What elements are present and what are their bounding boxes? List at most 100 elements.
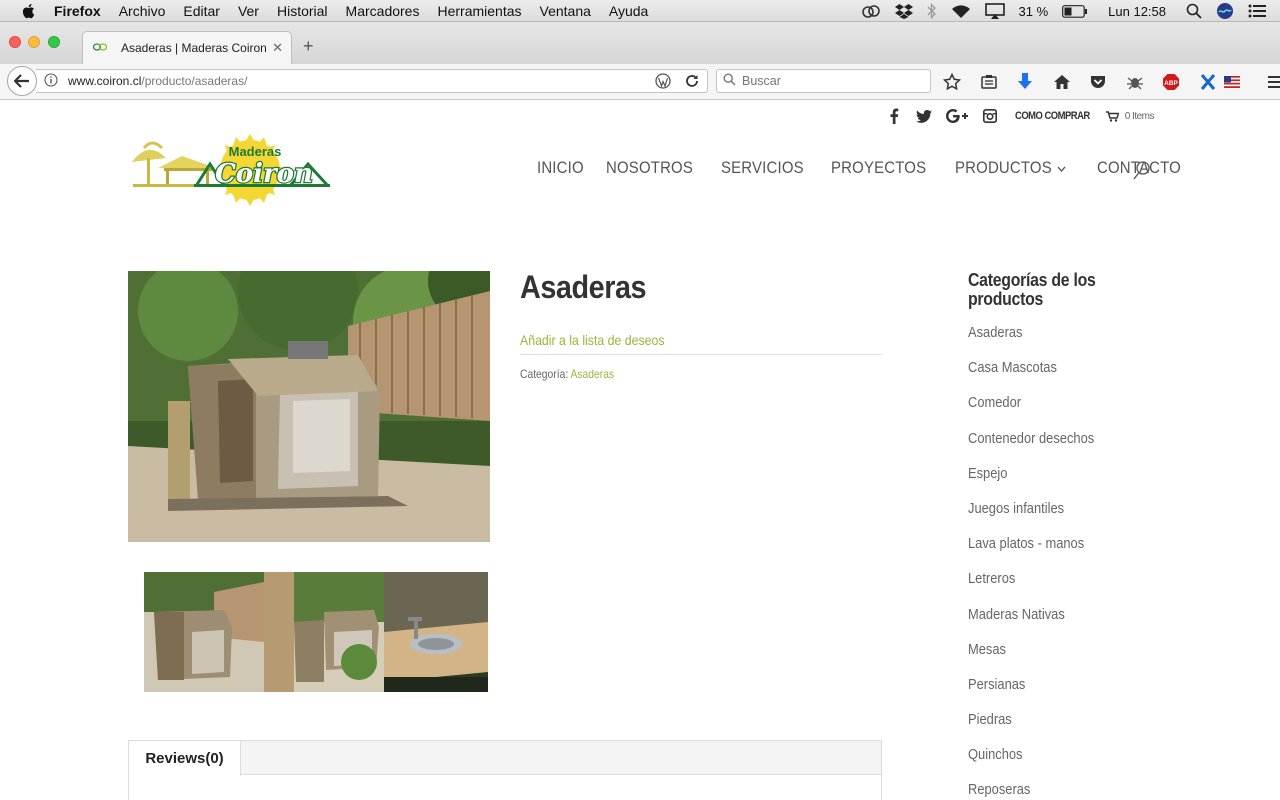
category-item-reposeras[interactable]: Reposeras xyxy=(968,779,1140,800)
product-categories-sidebar: Categorías de los productos Asaderas Cas… xyxy=(968,271,1168,800)
category-item-lava-platos[interactable]: Lava platos - manos xyxy=(968,533,1140,568)
nav-servicios[interactable]: SERVICIOS xyxy=(721,158,804,178)
download-icon[interactable] xyxy=(1015,72,1035,92)
tab-close-icon[interactable]: ✕ xyxy=(272,40,283,56)
category-item-quinchos[interactable]: Quinchos xyxy=(968,744,1140,779)
menu-hamburger-icon[interactable] xyxy=(1267,72,1280,92)
instagram-icon[interactable] xyxy=(981,107,999,125)
spotlight-icon[interactable] xyxy=(1186,3,1202,19)
home-icon[interactable] xyxy=(1052,72,1072,92)
menu-marcadores[interactable]: Marcadores xyxy=(346,3,420,19)
cart-link[interactable]: 0 Items xyxy=(1105,110,1155,122)
bookmark-star-icon[interactable] xyxy=(942,72,962,92)
product-main-image[interactable] xyxy=(128,271,490,542)
category-item-piedras[interactable]: Piedras xyxy=(968,709,1140,744)
maderas-coiron-logo[interactable]: Maderas Coiron xyxy=(130,134,330,206)
menu-editar[interactable]: Editar xyxy=(183,3,220,19)
back-arrow-icon xyxy=(14,74,29,88)
nav-toolbar: www.coiron.cl/producto/asaderas/ Buscar … xyxy=(0,64,1280,100)
mac-status-area: 31 % Lun 12:58 xyxy=(861,0,1280,22)
dropbox-icon[interactable] xyxy=(894,3,913,19)
category-item-juegos-infantiles[interactable]: Juegos infantiles xyxy=(968,498,1140,533)
nav-productos-label: PRODUCTOS xyxy=(955,158,1053,177)
tab-asaderas[interactable]: Asaderas | Maderas Coiron ✕ xyxy=(82,31,292,64)
category-item-persianas[interactable]: Persianas xyxy=(968,674,1140,709)
como-comprar-link[interactable]: COMO COMPRAR xyxy=(1015,110,1090,122)
clock[interactable]: Lun 12:58 xyxy=(1108,4,1166,19)
menu-ver[interactable]: Ver xyxy=(238,3,259,19)
menu-archivo[interactable]: Archivo xyxy=(119,3,166,19)
summary-divider xyxy=(520,354,882,355)
reading-list-icon[interactable] xyxy=(979,72,999,92)
creative-cloud-icon[interactable] xyxy=(861,3,881,19)
search-bar[interactable] xyxy=(716,69,931,93)
add-to-wishlist-link[interactable]: Añadir a la lista de deseos xyxy=(520,332,665,348)
category-item-contenedor-desechos[interactable]: Contenedor desechos xyxy=(968,428,1140,463)
nav-proyectos[interactable]: PROYECTOS xyxy=(831,158,926,178)
category-link[interactable]: Asaderas xyxy=(570,367,614,381)
svg-text:ABP: ABP xyxy=(1164,80,1178,87)
category-item-maderas-nativas[interactable]: Maderas Nativas xyxy=(968,604,1140,639)
product-tabs-header: Reviews(0) xyxy=(129,741,881,776)
mac-menubar: Firefox Archivo Editar Ver Historial Mar… xyxy=(0,0,1280,22)
category-item-asaderas[interactable]: Asaderas xyxy=(968,322,1140,357)
wordpress-icon[interactable] xyxy=(655,73,671,92)
product-thumbnail[interactable] xyxy=(144,572,264,692)
window-maximize-button[interactable] xyxy=(48,36,60,48)
product-thumbnail[interactable] xyxy=(264,572,384,692)
new-tab-button[interactable]: + xyxy=(303,37,314,55)
site-top-bar: COMO COMPRAR 0 Items xyxy=(873,107,1155,125)
reload-icon[interactable] xyxy=(685,74,699,91)
nav-nosotros[interactable]: NOSOTROS xyxy=(606,158,693,178)
menu-herramientas[interactable]: Herramientas xyxy=(437,3,521,19)
battery-percent: 31 % xyxy=(1018,3,1049,19)
cart-icon xyxy=(1105,110,1119,122)
menu-app-firefox[interactable]: Firefox xyxy=(54,3,101,19)
url-bar[interactable]: www.coiron.cl/producto/asaderas/ xyxy=(36,69,708,93)
back-button[interactable] xyxy=(7,66,37,96)
product-thumbnail[interactable] xyxy=(384,572,488,692)
pocket-icon[interactable] xyxy=(1088,72,1108,92)
site-info-icon[interactable] xyxy=(44,72,58,90)
toolbar-icons: ABP xyxy=(942,72,1280,92)
menu-ventana[interactable]: Ventana xyxy=(540,3,591,19)
wifi-icon[interactable] xyxy=(951,4,971,19)
logo-text-coiron: Coiron xyxy=(215,159,313,189)
adblock-icon[interactable]: ABP xyxy=(1161,72,1181,92)
window-minimize-button[interactable] xyxy=(28,36,40,48)
category-item-letreros[interactable]: Letreros xyxy=(968,568,1140,603)
site-search-icon[interactable] xyxy=(1133,161,1151,186)
extension-x-icon[interactable] xyxy=(1198,72,1218,92)
search-input[interactable] xyxy=(742,74,922,88)
menu-ayuda[interactable]: Ayuda xyxy=(609,3,648,19)
url-host: www.coiron.cl xyxy=(68,74,142,88)
category-item-casa-mascotas[interactable]: Casa Mascotas xyxy=(968,357,1140,392)
airplay-icon[interactable] xyxy=(984,3,1005,19)
menu-historial[interactable]: Historial xyxy=(277,3,328,19)
search-icon xyxy=(723,73,736,89)
siri-icon[interactable] xyxy=(1216,2,1234,20)
tab-bar: Asaderas | Maderas Coiron ✕ + xyxy=(0,22,1280,64)
nav-productos[interactable]: PRODUCTOS xyxy=(955,158,1066,178)
chevron-down-icon xyxy=(1057,158,1067,178)
language-flag-icon[interactable] xyxy=(1222,72,1242,92)
extension-bug-icon[interactable] xyxy=(1125,72,1145,92)
apple-icon[interactable] xyxy=(20,2,38,20)
battery-icon[interactable] xyxy=(1062,4,1088,18)
quincho-graphic xyxy=(132,141,217,187)
notification-center-icon[interactable] xyxy=(1248,4,1266,18)
nav-inicio[interactable]: INICIO xyxy=(537,158,584,178)
twitter-icon[interactable] xyxy=(915,107,933,125)
bluetooth-icon[interactable] xyxy=(927,3,937,19)
product-thumbnails xyxy=(144,572,488,692)
product-tabs: Reviews(0) xyxy=(128,740,882,800)
facebook-icon[interactable] xyxy=(885,107,903,125)
category-item-comedor[interactable]: Comedor xyxy=(968,392,1140,427)
category-item-espejo[interactable]: Espejo xyxy=(968,463,1140,498)
window-close-button[interactable] xyxy=(9,36,21,48)
tab-reviews[interactable]: Reviews(0) xyxy=(129,741,241,776)
category-item-mesas[interactable]: Mesas xyxy=(968,639,1140,674)
google-plus-icon[interactable] xyxy=(945,107,969,125)
category-list: Asaderas Casa Mascotas Comedor Contenedo… xyxy=(968,322,1168,800)
logo-text-maderas: Maderas xyxy=(229,144,282,159)
